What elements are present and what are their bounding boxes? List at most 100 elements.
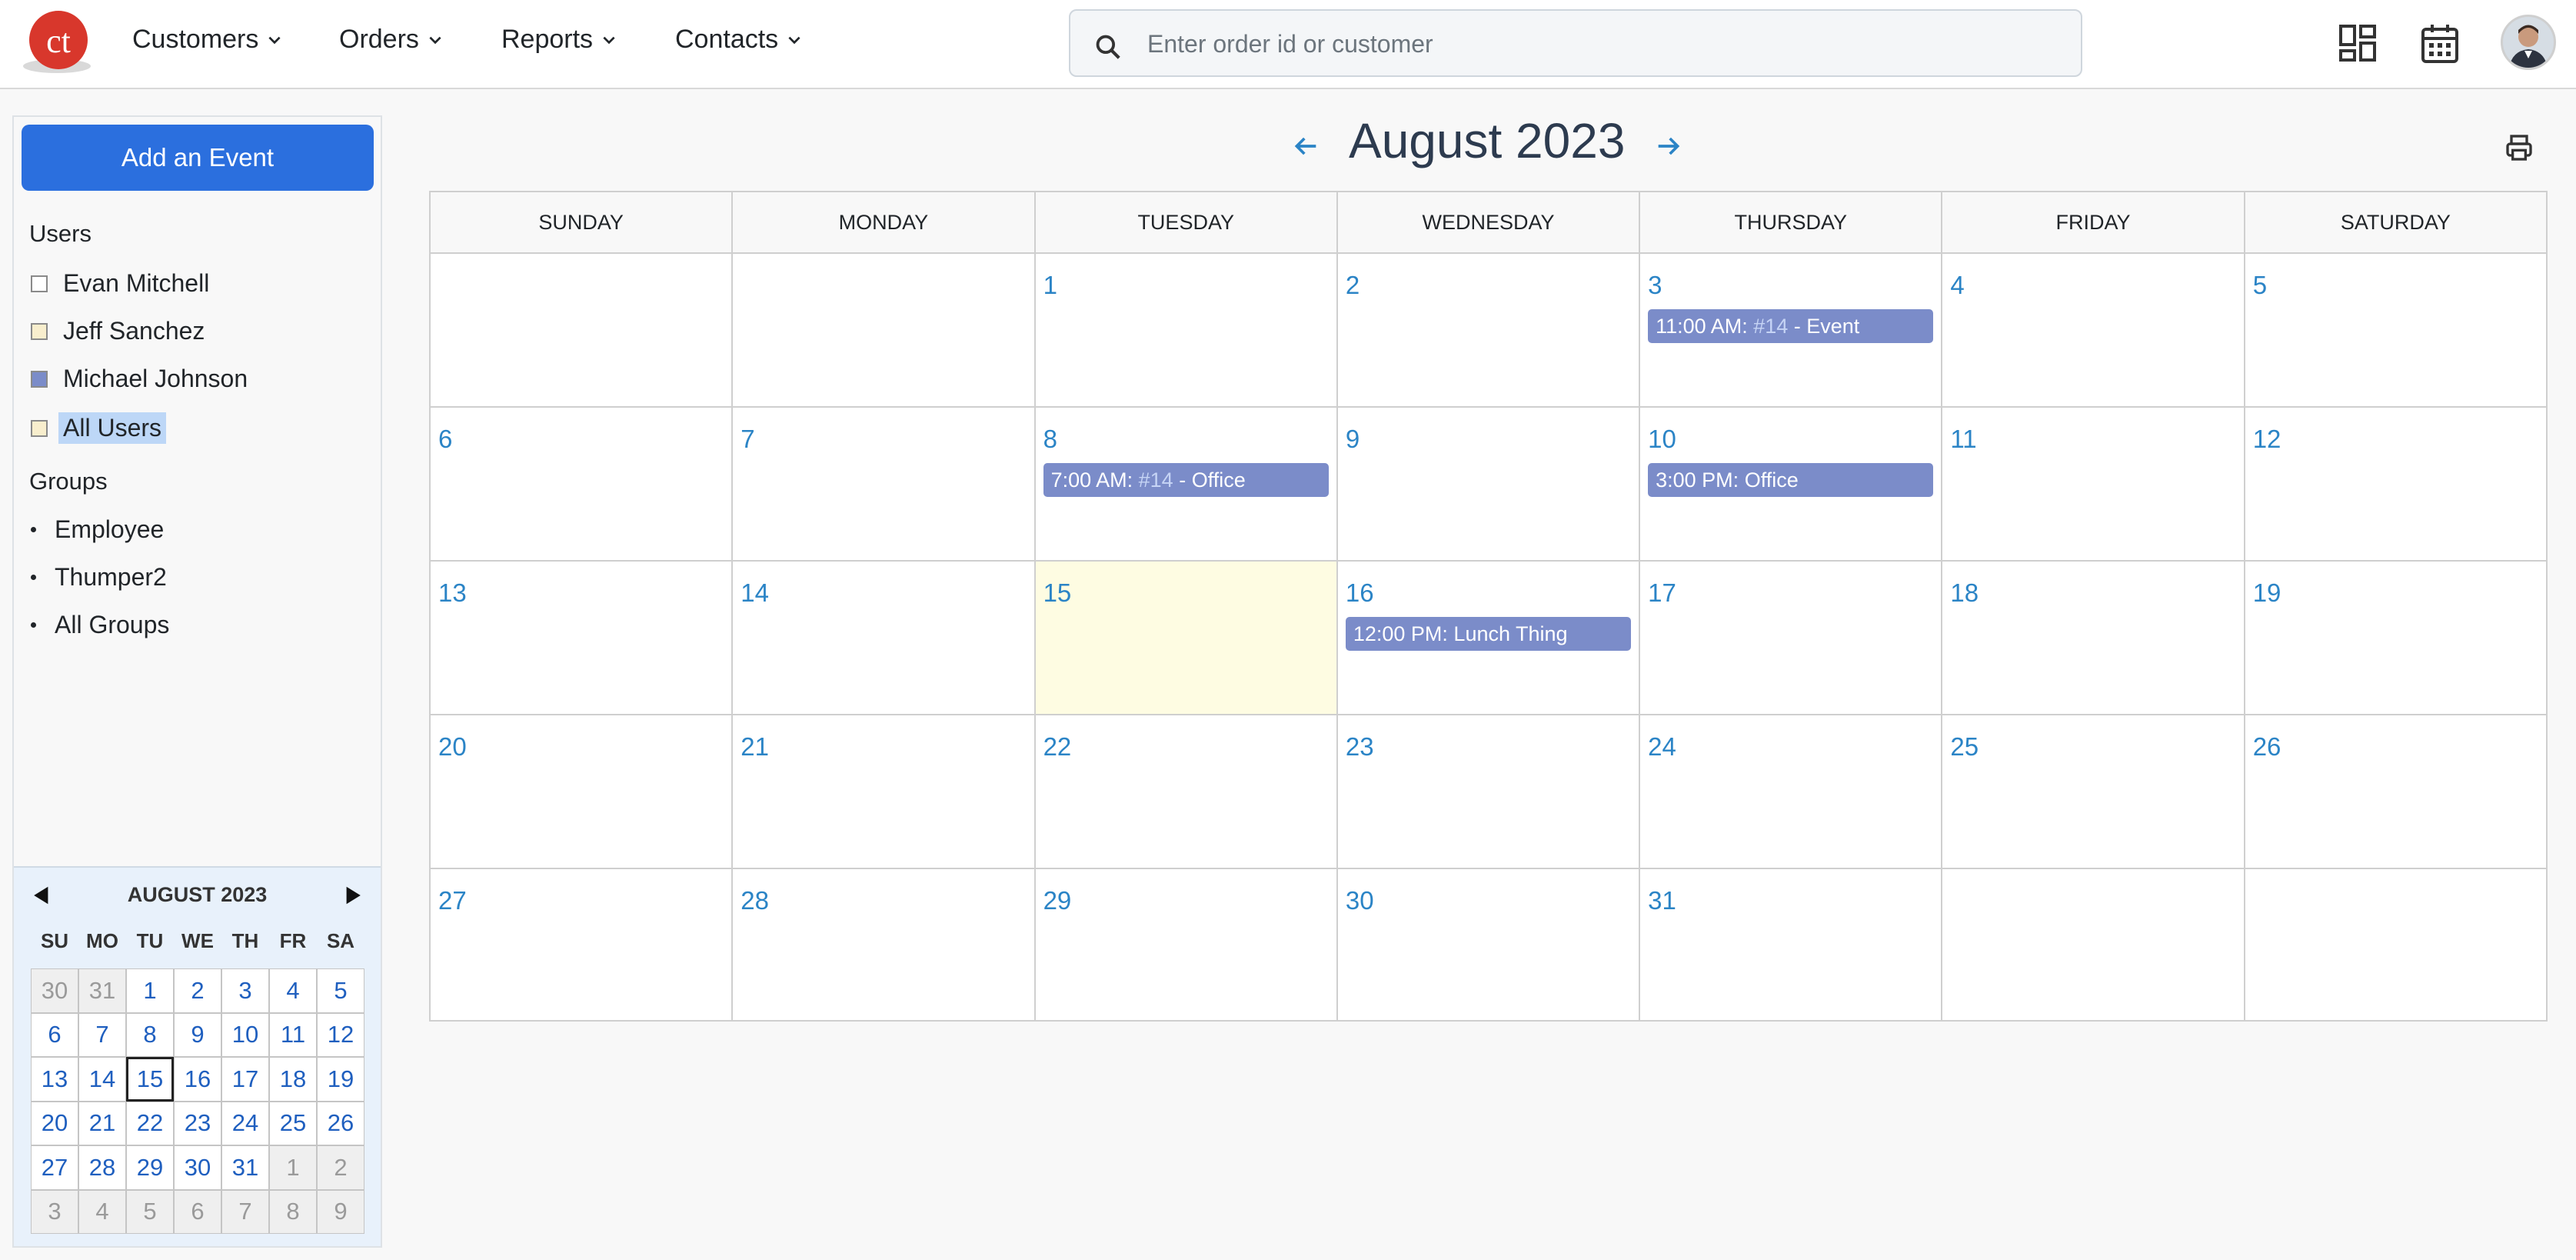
mini-day-cell[interactable]: 28 (78, 1145, 126, 1190)
day-number[interactable]: 2 (1346, 271, 1360, 300)
mini-day-cell[interactable]: 4 (269, 968, 317, 1013)
day-cell[interactable]: 24 (1640, 715, 1943, 868)
mini-day-cell[interactable]: 13 (31, 1057, 78, 1102)
day-cell[interactable]: 26 (2245, 715, 2546, 868)
prev-month-arrow-icon[interactable] (1290, 131, 1321, 162)
nav-customers[interactable]: Customers (132, 25, 283, 55)
day-cell[interactable]: 14 (733, 562, 1036, 714)
day-number[interactable]: 1 (1043, 271, 1057, 300)
add-event-button[interactable]: Add an Event (22, 125, 374, 191)
day-cell[interactable]: 16 12:00 PM: Lunch Thing (1338, 562, 1641, 714)
calendar-event[interactable]: 7:00 AM: #14 - Office (1043, 463, 1329, 497)
day-cell[interactable]: 12 (2245, 408, 2546, 560)
app-logo[interactable]: ct (22, 9, 97, 75)
calendar-icon[interactable] (2420, 22, 2460, 65)
day-cell[interactable]: 18 (1942, 562, 2245, 714)
mini-day-cell[interactable]: 17 (221, 1057, 269, 1102)
mini-day-cell[interactable]: 23 (174, 1101, 221, 1145)
group-employee[interactable]: Employee (31, 515, 164, 544)
day-cell[interactable]: 21 (733, 715, 1036, 868)
day-number[interactable]: 12 (2253, 425, 2281, 454)
mini-day-cell[interactable]: 6 (31, 1012, 78, 1057)
mini-day-cell[interactable]: 8 (126, 1012, 174, 1057)
day-cell[interactable] (1942, 869, 2245, 1020)
day-cell[interactable]: 20 (431, 715, 734, 868)
day-cell[interactable]: 30 (1338, 869, 1641, 1020)
mini-day-cell[interactable]: 19 (317, 1057, 364, 1102)
user-filter-jeff-sanchez[interactable]: Jeff Sanchez (31, 317, 205, 345)
day-number[interactable]: 6 (438, 425, 452, 454)
day-number[interactable]: 18 (1950, 578, 1979, 608)
day-cell[interactable] (733, 254, 1036, 406)
mini-day-cell[interactable]: 18 (269, 1057, 317, 1102)
day-number[interactable]: 21 (741, 732, 769, 762)
day-cell[interactable]: 6 (431, 408, 734, 560)
day-number[interactable]: 16 (1346, 578, 1374, 608)
day-number[interactable]: 5 (2253, 271, 2267, 300)
mini-day-cell[interactable]: 30 (31, 968, 78, 1013)
mini-day-cell[interactable]: 7 (221, 1189, 269, 1234)
mini-day-cell[interactable]: 3 (31, 1189, 78, 1234)
mini-day-cell[interactable]: 6 (174, 1189, 221, 1234)
mini-day-cell[interactable]: 5 (317, 968, 364, 1013)
day-cell[interactable]: 22 (1036, 715, 1338, 868)
day-cell[interactable]: 25 (1942, 715, 2245, 868)
day-number[interactable]: 9 (1346, 425, 1360, 454)
user-filter-all-users[interactable]: All Users (31, 412, 167, 444)
day-number[interactable]: 20 (438, 732, 467, 762)
day-number[interactable]: 25 (1950, 732, 1979, 762)
mini-day-cell[interactable]: 25 (269, 1101, 317, 1145)
day-number[interactable]: 14 (741, 578, 769, 608)
day-cell[interactable]: 10 3:00 PM: Office (1640, 408, 1943, 560)
mini-day-cell[interactable]: 3 (221, 968, 269, 1013)
group-all-groups[interactable]: All Groups (31, 611, 169, 639)
mini-day-cell[interactable]: 14 (78, 1057, 126, 1102)
day-number[interactable]: 24 (1648, 732, 1676, 762)
nav-contacts[interactable]: Contacts (675, 25, 803, 55)
day-number[interactable]: 7 (741, 425, 754, 454)
day-number[interactable]: 22 (1043, 732, 1072, 762)
user-filter-evan-mitchell[interactable]: Evan Mitchell (31, 269, 209, 298)
day-number[interactable]: 3 (1648, 271, 1662, 300)
day-cell[interactable] (2245, 869, 2546, 1020)
print-icon[interactable] (2504, 132, 2534, 163)
day-number[interactable]: 13 (438, 578, 467, 608)
day-cell[interactable]: 13 (431, 562, 734, 714)
calendar-event[interactable]: 11:00 AM: #14 - Event (1648, 309, 1934, 343)
day-number[interactable]: 30 (1346, 886, 1374, 915)
mini-day-cell[interactable]: 7 (78, 1012, 126, 1057)
day-cell[interactable]: 28 (733, 869, 1036, 1020)
day-cell-today[interactable]: 15 (1035, 562, 1338, 714)
mini-day-cell-today[interactable]: 15 (126, 1057, 174, 1102)
mini-day-cell[interactable]: 1 (269, 1145, 317, 1190)
calendar-event[interactable]: 3:00 PM: Office (1648, 463, 1934, 497)
mini-day-cell[interactable]: 24 (221, 1101, 269, 1145)
day-cell[interactable] (431, 254, 734, 406)
mini-day-cell[interactable]: 10 (221, 1012, 269, 1057)
day-cell[interactable]: 7 (733, 408, 1036, 560)
day-cell[interactable]: 19 (2245, 562, 2546, 714)
day-cell[interactable]: 3 11:00 AM: #14 - Event (1640, 254, 1943, 406)
day-number[interactable]: 10 (1648, 425, 1676, 454)
mini-day-cell[interactable]: 26 (317, 1101, 364, 1145)
mini-day-cell[interactable]: 29 (126, 1145, 174, 1190)
day-number[interactable]: 23 (1346, 732, 1374, 762)
mini-day-cell[interactable]: 21 (78, 1101, 126, 1145)
event-order-link[interactable]: #14 (1753, 315, 1788, 338)
day-number[interactable]: 31 (1648, 886, 1676, 915)
day-number[interactable]: 29 (1043, 886, 1072, 915)
mini-day-cell[interactable]: 1 (126, 968, 174, 1013)
user-filter-michael-johnson[interactable]: Michael Johnson (31, 365, 248, 393)
calendar-event[interactable]: 12:00 PM: Lunch Thing (1345, 617, 1632, 651)
search-input[interactable] (1147, 22, 2062, 66)
mini-day-cell[interactable]: 9 (174, 1012, 221, 1057)
mini-day-cell[interactable]: 22 (126, 1101, 174, 1145)
day-number[interactable]: 28 (741, 886, 769, 915)
mini-day-cell[interactable]: 16 (174, 1057, 221, 1102)
mini-day-cell[interactable]: 27 (31, 1145, 78, 1190)
mini-day-cell[interactable]: 8 (269, 1189, 317, 1234)
mini-day-cell[interactable]: 12 (317, 1012, 364, 1057)
day-cell[interactable]: 1 (1036, 254, 1338, 406)
mini-day-cell[interactable]: 5 (126, 1189, 174, 1234)
mini-day-cell[interactable]: 30 (174, 1145, 221, 1190)
